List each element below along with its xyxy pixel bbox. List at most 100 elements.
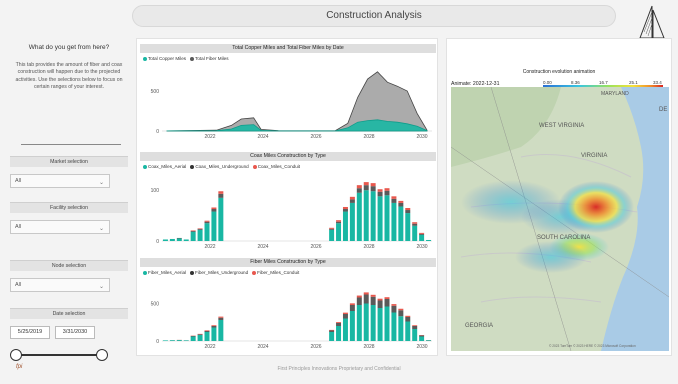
legend-item[interactable]: Coax_Miles_Conduit <box>252 164 301 169</box>
market-dropdown[interactable]: All ⌄ <box>10 174 110 188</box>
bar-segment <box>356 192 362 241</box>
facility-dropdown[interactable]: All ⌄ <box>10 220 110 234</box>
date-range-slider[interactable] <box>10 349 110 361</box>
legend-label: Coax_Miles_Conduit <box>257 164 301 169</box>
legend-item[interactable]: Coax_Miles_Underground <box>190 164 249 169</box>
coax-miles-chart: Coax Miles Construction by Type Coax_Mil… <box>140 152 436 255</box>
bar-segment <box>162 239 168 241</box>
scale-label: 8.36 <box>571 80 580 85</box>
bar-segment <box>384 190 390 196</box>
chart-title: Coax Miles Construction by Type <box>140 152 436 161</box>
date-selection: Date selection 5/25/2019 3/31/2030 <box>10 308 128 361</box>
bar-segment <box>197 228 203 230</box>
bar-segment <box>419 232 425 234</box>
legend-dot-icon <box>143 270 147 275</box>
bar-segment <box>405 208 411 211</box>
legend-label: Total Fiber Miles <box>195 56 229 61</box>
legend-item[interactable]: Fiber_Miles_Aerial <box>143 270 186 275</box>
bar-segment <box>183 340 189 341</box>
chevron-down-icon: ⌄ <box>98 226 104 232</box>
legend-dot-icon <box>252 164 257 169</box>
bar-segment <box>398 308 404 311</box>
divider <box>21 144 121 145</box>
bar-segment <box>190 335 196 337</box>
bar-segment <box>356 188 362 193</box>
chart-title: Fiber Miles Construction by Type <box>140 258 436 267</box>
bar-segment <box>363 292 369 295</box>
bar-segment <box>412 325 418 326</box>
bar-segment <box>377 196 383 241</box>
legend-dot-icon <box>252 270 257 275</box>
bar-segment <box>190 230 196 232</box>
bar-segment <box>419 336 425 341</box>
state-label: VIRGINIA <box>581 153 607 159</box>
bar-segment <box>183 239 189 241</box>
bar-segment <box>342 314 348 319</box>
legend-item[interactable]: Fiber_Miles_Conduit <box>252 270 299 275</box>
x-tick-label: 2024 <box>257 134 268 140</box>
area-series-1 <box>166 119 428 132</box>
bar-segment <box>391 305 397 313</box>
bar-segment <box>419 234 425 241</box>
x-tick-label: 2022 <box>204 134 215 140</box>
bar-segment <box>211 207 217 210</box>
bar-segment <box>391 304 397 306</box>
legend-item[interactable]: Total Copper Miles <box>143 56 186 61</box>
y-tick-label: 500 <box>151 302 160 308</box>
bar-segment <box>384 306 390 341</box>
state-label: WEST VIRGINIA <box>539 123 584 129</box>
bar-segment <box>349 305 355 311</box>
bar-segment <box>329 227 335 229</box>
scale-label: 25.1 <box>629 80 638 85</box>
bar-segment <box>197 229 203 241</box>
bar-segment <box>412 222 418 224</box>
bar-segment <box>398 202 404 207</box>
bar-segment <box>204 220 210 222</box>
map-attribution: © 2023 TomTom © 2023 HERE © 2023 Microso… <box>549 344 636 348</box>
bar-segment <box>363 185 369 191</box>
slider-end-handle[interactable] <box>96 349 108 361</box>
x-tick-label: 2030 <box>416 344 427 350</box>
slider-start-handle[interactable] <box>10 349 22 361</box>
coax-miles-plot: 0 100 2022 2024 2026 2028 2030 <box>151 182 432 250</box>
x-tick-label: 2026 <box>310 134 321 140</box>
x-tick-label: 2028 <box>363 244 374 250</box>
end-date-input[interactable]: 3/31/2030 <box>55 326 95 339</box>
bar-segment <box>419 233 425 235</box>
start-date-input[interactable]: 5/25/2019 <box>10 326 50 339</box>
bar-segment <box>176 340 182 341</box>
bar-segment <box>370 183 376 187</box>
filter-panel: What do you get from here? This tab prov… <box>10 36 128 361</box>
y-tick-label: 100 <box>151 188 160 194</box>
state-label: SOUTH CAROLINA <box>537 235 590 241</box>
charts-panel: Total Copper Miles and Total Fiber Miles… <box>136 38 438 356</box>
intro-title: What do you get from here? <box>28 44 110 51</box>
bar-segment <box>426 340 432 341</box>
chart-title: Total Copper Miles and Total Fiber Miles… <box>140 44 436 53</box>
bar-segment <box>204 332 210 341</box>
heatmap-map[interactable]: WEST VIRGINIA VIRGINIA SOUTH CAROLINA GE… <box>451 87 669 351</box>
facility-selection-label: Facility selection <box>10 202 128 213</box>
bar-segment <box>412 329 418 341</box>
legend-dot-icon <box>143 56 147 61</box>
bar-segment <box>419 335 425 337</box>
bar-segment <box>412 223 418 226</box>
bar-segment <box>169 340 175 341</box>
node-selection: Node selection All ⌄ <box>10 260 128 292</box>
bar-segment <box>197 228 203 229</box>
bar-segment <box>190 230 196 231</box>
legend-label: Fiber_Miles_Underground <box>195 270 249 275</box>
node-dropdown-value: All <box>15 282 22 288</box>
bar-segment <box>218 193 224 198</box>
legend-label: Fiber_Miles_Conduit <box>257 270 300 275</box>
bar-segment <box>405 315 411 317</box>
node-dropdown[interactable]: All ⌄ <box>10 278 110 292</box>
legend-item[interactable]: Coax_Miles_Aerial <box>143 164 186 169</box>
bar-segment <box>211 325 217 326</box>
legend-item[interactable]: Total Fiber Miles <box>190 56 229 61</box>
x-tick-label: 2022 <box>204 344 215 350</box>
bar-segment <box>218 317 224 320</box>
y-tick-label: 500 <box>151 89 160 95</box>
scale-label: 33.4 <box>653 80 662 85</box>
legend-item[interactable]: Fiber_Miles_Underground <box>190 270 248 275</box>
